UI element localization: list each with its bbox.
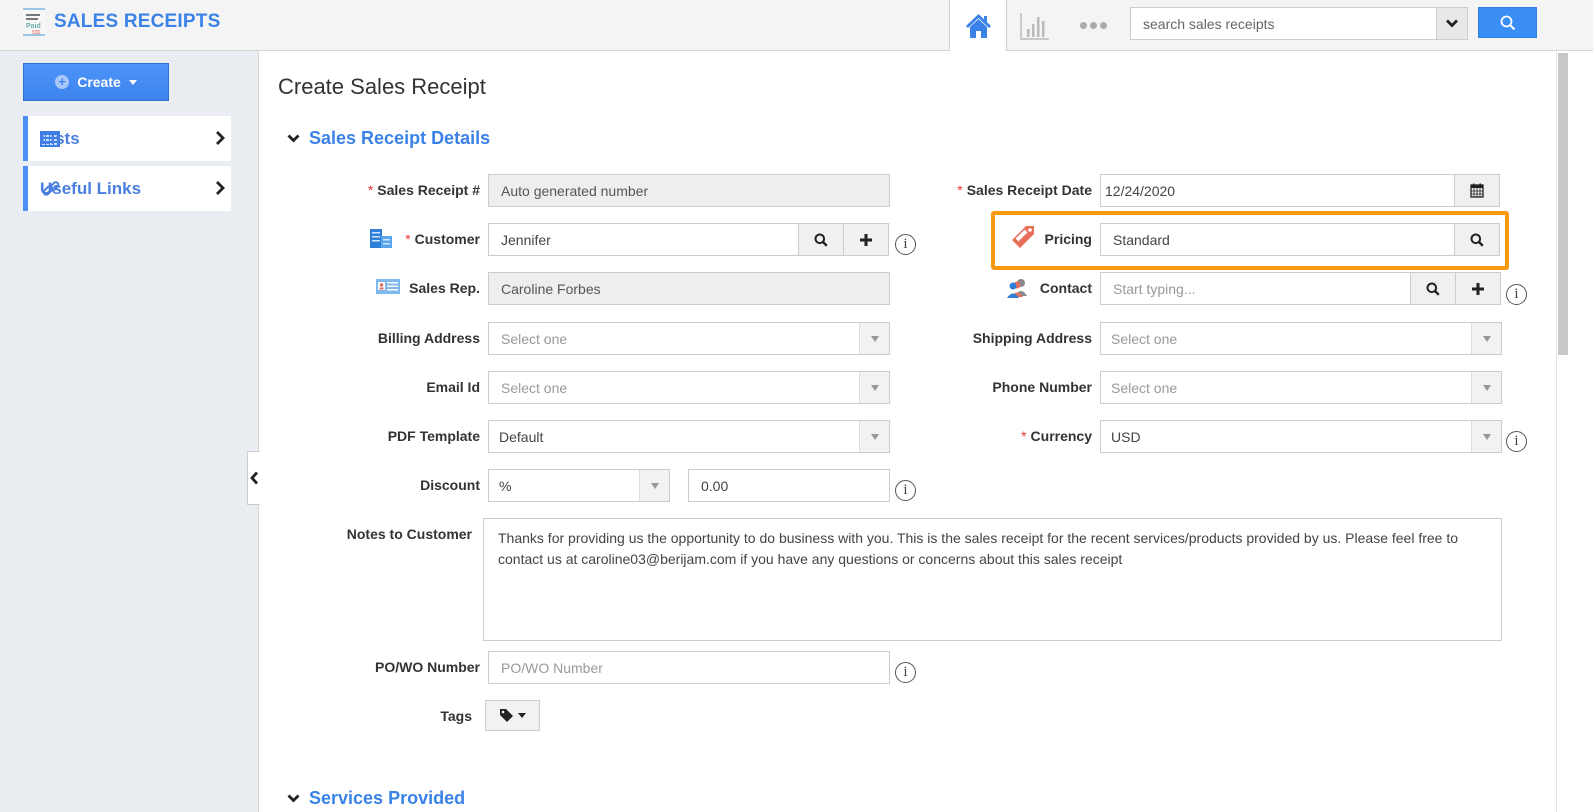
search-icon [1426, 282, 1440, 296]
contact-input[interactable]: Start typing... [1100, 272, 1412, 305]
create-button[interactable]: + Create [23, 63, 169, 101]
email-id-label: Email Id [426, 379, 480, 395]
collapse-sidebar-button[interactable] [247, 451, 261, 505]
top-bar: Paid $$$ SALES RECEIPTS [0, 0, 1593, 51]
vertical-scrollbar[interactable] [1556, 51, 1568, 812]
po-wo-number-label: PO/WO Number [374, 659, 480, 675]
contact-label: Contact [1039, 280, 1092, 296]
section-services-provided[interactable]: Services Provided [287, 788, 465, 809]
page-title: Create Sales Receipt [278, 74, 486, 99]
section-title: Services Provided [309, 788, 466, 808]
nav-divider [1006, 0, 1007, 51]
receipt-paid-icon: Paid $$$ [23, 8, 45, 36]
billing-address-select[interactable]: Select one [488, 322, 890, 355]
dropdown-arrow-icon [859, 323, 889, 354]
search-icon [1470, 233, 1484, 247]
po-wo-number-input[interactable]: PO/WO Number [488, 651, 890, 684]
pdf-template-select[interactable]: Default [488, 420, 890, 453]
tags-dropdown-button[interactable] [485, 700, 540, 731]
discount-info-icon[interactable]: i [895, 480, 916, 501]
discount-label: Discount [420, 477, 480, 493]
shipping-address-select[interactable]: Select one [1100, 322, 1502, 355]
sidebar-item-useful-links[interactable]: Useful Links [23, 166, 231, 211]
bar-chart-icon [1020, 12, 1049, 40]
email-id-select[interactable]: Select one [488, 371, 890, 404]
create-button-label: Create [77, 74, 121, 90]
customer-input[interactable]: Jennifer [488, 223, 800, 256]
notes-to-customer-textarea[interactable]: Thanks for providing us the opportunity … [483, 518, 1502, 641]
chevron-down-icon [287, 134, 300, 143]
add-customer-button[interactable] [843, 223, 889, 256]
tags-label: Tags [440, 708, 472, 724]
shipping-address-label: Shipping Address [972, 330, 1092, 346]
notes-to-customer-label: Notes to Customer [346, 526, 472, 542]
discount-type-select[interactable]: % [488, 469, 670, 502]
sidebar-item-lists[interactable]: Lists [23, 116, 231, 161]
home-icon [966, 13, 991, 38]
sales-rep-field: Caroline Forbes [488, 272, 890, 305]
more-nav-button[interactable] [1068, 0, 1118, 51]
pricing-label: Pricing [1044, 231, 1092, 247]
sales-rep-label: Sales Rep. [409, 280, 480, 296]
plus-circle-icon: + [55, 75, 70, 89]
chevron-left-icon [250, 471, 259, 485]
phone-number-select[interactable]: Select one [1100, 371, 1502, 404]
search-button[interactable] [1478, 7, 1537, 38]
plus-icon [860, 233, 872, 246]
customer-info-icon[interactable]: i [895, 234, 916, 255]
customer-label: * Customer [405, 231, 480, 247]
search-options-dropdown[interactable] [1436, 8, 1467, 39]
sidebar: + Create Lists Useful Links [0, 51, 259, 812]
dropdown-arrow-icon [859, 372, 889, 403]
dropdown-arrow-icon [1471, 372, 1501, 403]
dropdown-arrow-icon [639, 470, 669, 501]
dropdown-arrow-icon [1471, 323, 1501, 354]
sales-receipt-number-field: Auto generated number [488, 174, 890, 207]
section-title: Sales Receipt Details [309, 128, 491, 148]
chevron-down-icon [287, 794, 300, 803]
more-dots-icon [1079, 22, 1107, 29]
sales-receipt-date-input[interactable]: 12/24/2020 [1100, 174, 1456, 207]
pricing-search-button[interactable] [1454, 223, 1500, 256]
sidebar-item-label: Lists [40, 128, 80, 148]
plus-icon [1472, 282, 1484, 295]
tag-icon [500, 709, 513, 722]
po-wo-info-icon[interactable]: i [895, 662, 916, 683]
search-box [1130, 7, 1468, 40]
reports-nav-button[interactable] [1012, 0, 1058, 51]
dropdown-arrow-icon [859, 421, 889, 452]
currency-select[interactable]: USD [1100, 420, 1502, 453]
scrollbar-thumb[interactable] [1558, 53, 1568, 355]
discount-amount-input[interactable]: 0.00 [688, 469, 890, 502]
dropdown-arrow-icon [1471, 421, 1501, 452]
section-sales-receipt-details[interactable]: Sales Receipt Details [287, 128, 490, 149]
home-nav-button[interactable] [950, 0, 1007, 51]
sales-receipt-number-label: * Sales Receipt # [367, 182, 480, 198]
sidebar-item-label: Useful Links [40, 178, 142, 198]
chevron-right-icon [216, 181, 225, 195]
sales-receipt-date-label: * Sales Receipt Date [957, 182, 1092, 198]
search-icon [814, 233, 828, 247]
chevron-down-icon [1446, 19, 1458, 28]
contact-info-icon[interactable]: i [1506, 284, 1527, 305]
contact-search-button[interactable] [1410, 272, 1456, 305]
billing-address-label: Billing Address [377, 330, 480, 346]
calendar-icon [1470, 183, 1484, 198]
customer-search-button[interactable] [798, 223, 844, 256]
currency-label: * Currency [1021, 428, 1092, 444]
caret-down-icon [128, 79, 137, 85]
pdf-template-label: PDF Template [387, 428, 480, 444]
phone-number-label: Phone Number [992, 379, 1092, 395]
add-contact-button[interactable] [1455, 272, 1501, 305]
pricing-input[interactable]: Standard [1100, 223, 1456, 256]
currency-info-icon[interactable]: i [1506, 431, 1527, 452]
chevron-right-icon [216, 131, 225, 145]
date-picker-button[interactable] [1454, 174, 1500, 207]
caret-down-icon [518, 713, 526, 718]
app-title: SALES RECEIPTS [54, 11, 221, 32]
search-input[interactable] [1131, 8, 1436, 39]
search-icon [1500, 15, 1515, 30]
